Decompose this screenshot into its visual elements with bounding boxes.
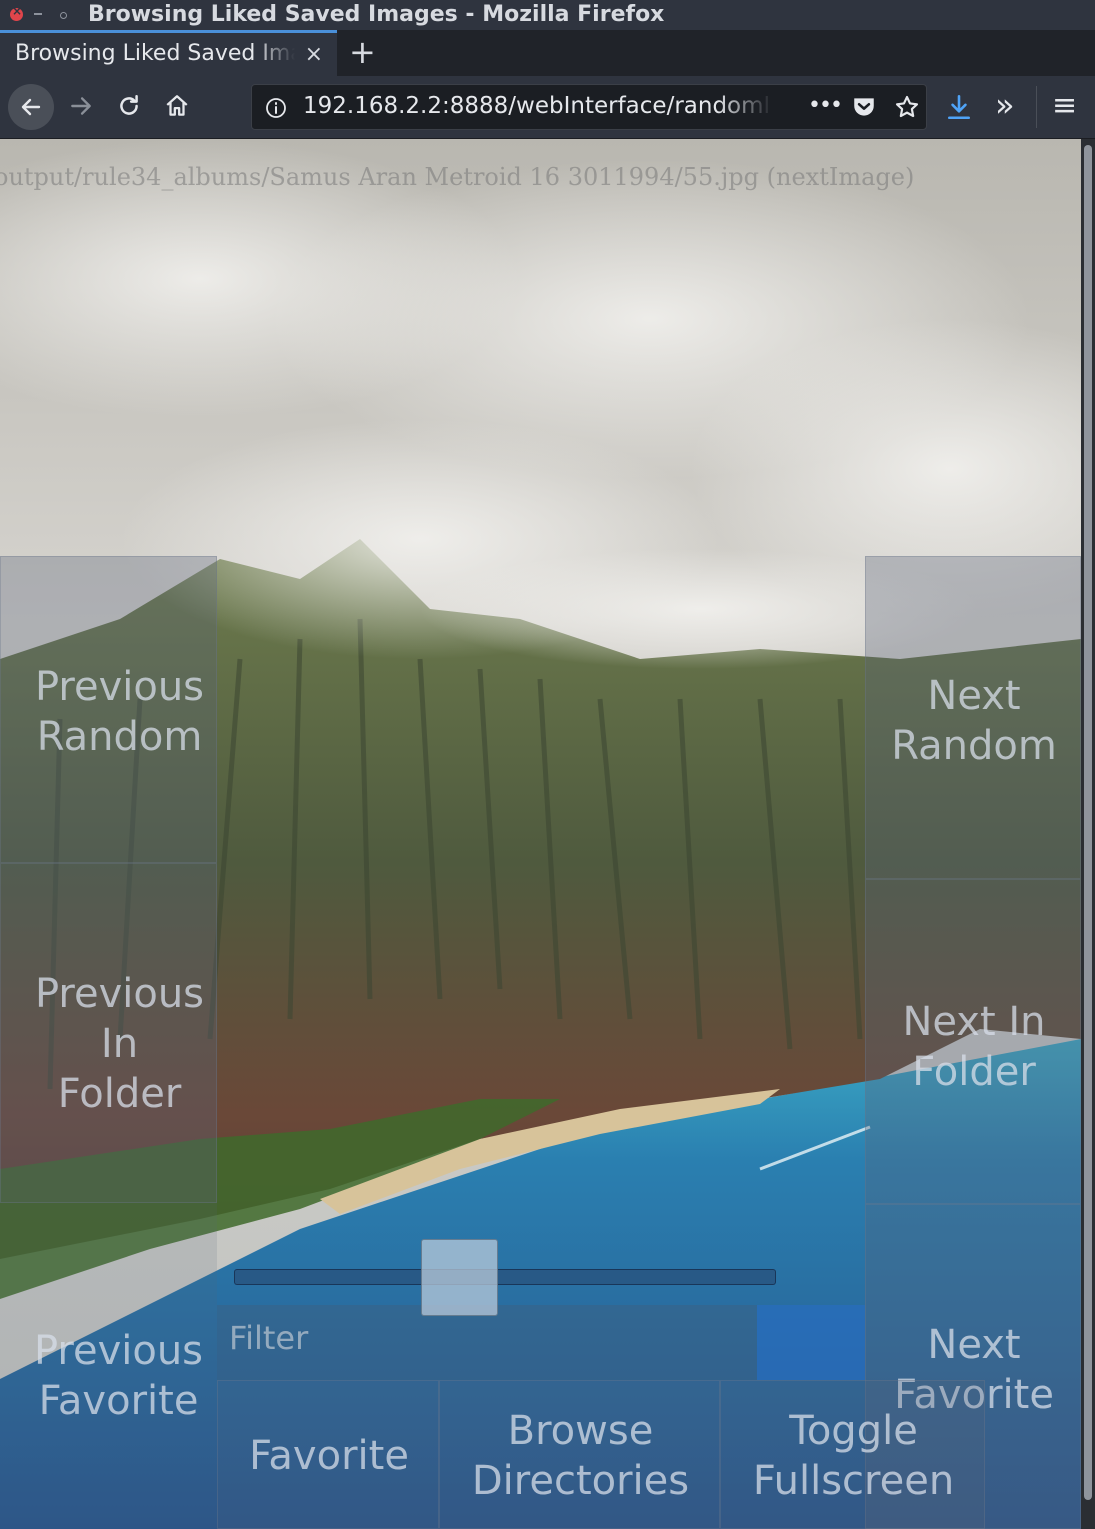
tab-label: Browsing Liked Saved Images [15, 41, 295, 66]
previous-in-folder-label: Previous In Folder [34, 971, 205, 1117]
toggle-fullscreen-button[interactable]: Toggle Fullscreen [720, 1380, 985, 1529]
window-title: Browsing Liked Saved Images - Mozilla Fi… [88, 2, 665, 27]
filter-label: Filter [229, 1319, 309, 1357]
forward-button[interactable] [68, 93, 94, 124]
window-close-button[interactable] [10, 4, 23, 21]
favorite-button[interactable]: Favorite [217, 1380, 439, 1529]
url-text[interactable]: 192.168.2.2:8888/webInterface/randomImag… [303, 93, 773, 119]
reload-button[interactable] [116, 93, 142, 124]
url-bar[interactable]: 192.168.2.2:8888/webInterface/randomImag… [251, 84, 927, 130]
tab-browsing-liked-saved-images[interactable]: Browsing Liked Saved Images × [0, 30, 337, 76]
toolbar-divider [1036, 86, 1037, 128]
bookmark-star-button[interactable] [894, 94, 920, 125]
filter-slider-thumb[interactable] [421, 1239, 498, 1316]
browse-directories-label: Browse Directories [471, 1408, 690, 1504]
scrollbar-thumb[interactable] [1084, 145, 1092, 1500]
pocket-button[interactable] [851, 94, 877, 125]
image-path-label: output/rule34_albums/Samus Aran Metroid … [0, 163, 915, 191]
back-button[interactable] [8, 84, 54, 130]
info-icon[interactable] [264, 96, 288, 120]
filter-slider-track[interactable] [234, 1269, 776, 1285]
page-scrollbar[interactable] [1081, 139, 1095, 1529]
filter-submit-area[interactable] [757, 1305, 865, 1380]
home-icon [166, 95, 188, 116]
previous-in-folder-button[interactable]: Previous In Folder [0, 863, 217, 1203]
next-in-folder-button[interactable]: Next In Folder [865, 879, 1081, 1204]
pocket-icon [854, 98, 874, 116]
window-minimize-button[interactable] [34, 13, 42, 15]
next-random-label: Next Random [891, 673, 1057, 769]
forward-arrow-icon [71, 97, 91, 115]
previous-favorite-label: Previous Favorite [33, 1328, 204, 1424]
page-actions-icon[interactable]: ••• [808, 92, 843, 120]
home-button[interactable] [164, 93, 190, 124]
previous-random-button[interactable]: Previous Random [0, 556, 217, 863]
tab-close-icon[interactable]: × [305, 42, 323, 67]
menu-hamburger-icon[interactable]: ≡ [1052, 91, 1077, 121]
page-content: output/rule34_albums/Samus Aran Metroid … [0, 139, 1081, 1529]
download-icon [948, 94, 970, 120]
navigation-toolbar: 192.168.2.2:8888/webInterface/randomImag… [0, 76, 1095, 139]
star-icon [895, 95, 919, 118]
downloads-button[interactable] [946, 93, 972, 126]
window-maximize-button[interactable] [60, 12, 67, 19]
back-arrow-icon [21, 98, 41, 116]
favorite-label: Favorite [249, 1433, 409, 1479]
toggle-fullscreen-label: Toggle Fullscreen [752, 1408, 955, 1504]
toolbar-overflow-icon[interactable]: » [995, 89, 1015, 121]
window-titlebar: Browsing Liked Saved Images - Mozilla Fi… [0, 0, 1095, 30]
browse-directories-button[interactable]: Browse Directories [439, 1380, 720, 1529]
reload-icon [120, 95, 138, 115]
new-tab-button[interactable]: + [349, 33, 376, 71]
next-random-button[interactable]: Next Random [865, 556, 1081, 879]
next-in-folder-label: Next In Folder [902, 999, 1046, 1095]
previous-favorite-button[interactable]: Previous Favorite [0, 1203, 217, 1529]
tab-strip: Browsing Liked Saved Images × + [0, 30, 1095, 76]
previous-random-label: Previous Random [34, 664, 205, 760]
